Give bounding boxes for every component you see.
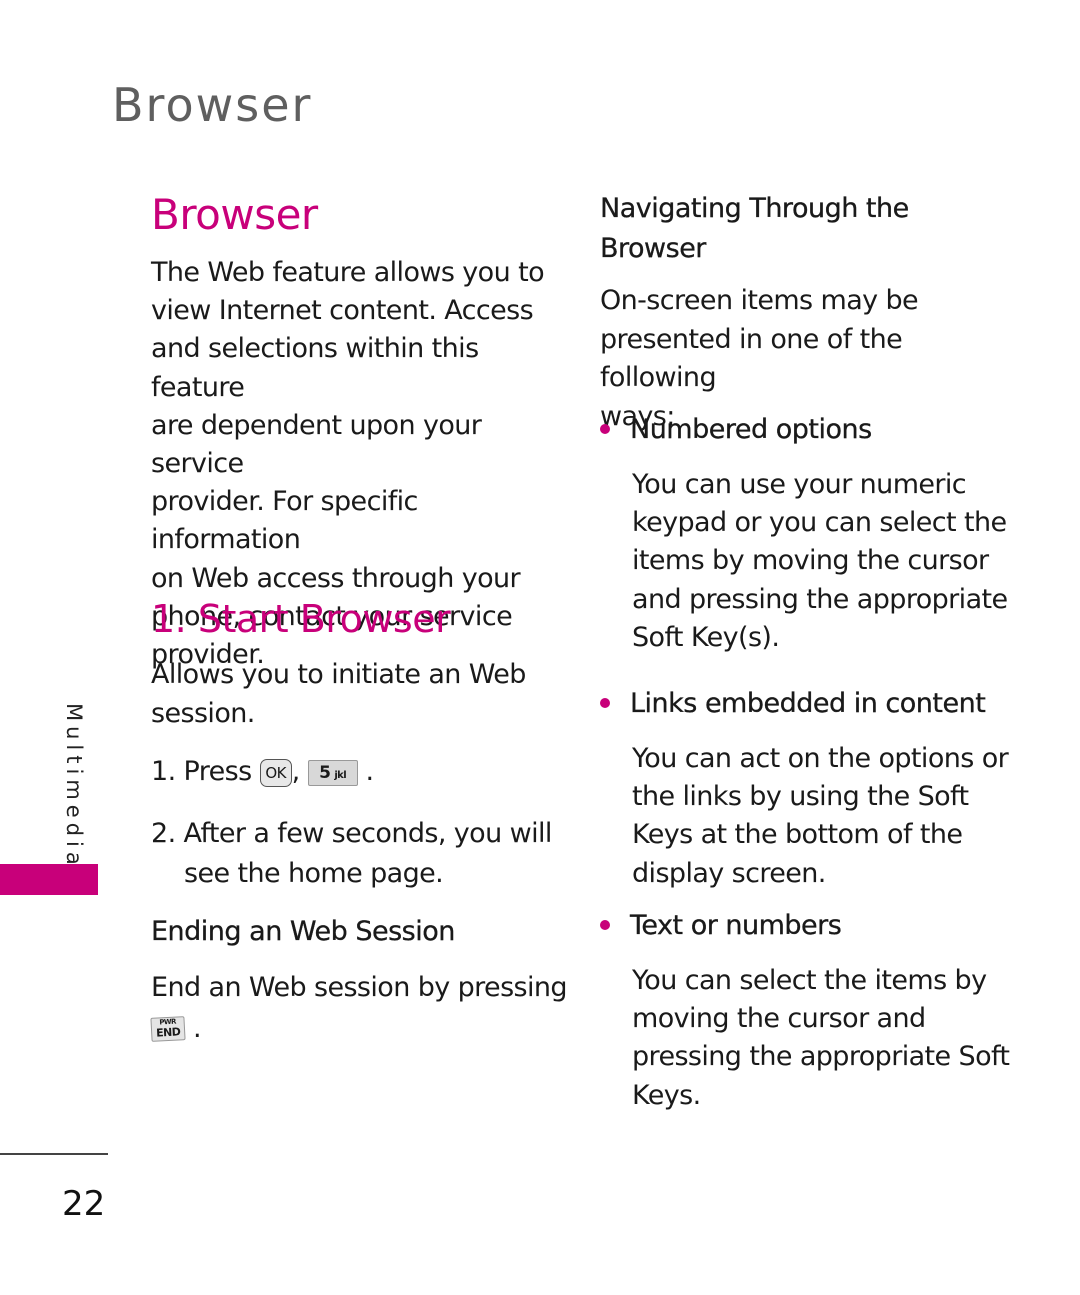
bullet-body: You can use your numeric keypad or you c… [632,466,1012,657]
chapter-tab-marker [0,864,98,895]
body-line: display screen. [632,857,826,889]
section-title: Browser [151,190,318,239]
body-line: keypad or you can select the [632,507,1007,539]
intro-line: The Web feature allows you to [151,257,545,288]
intro-line: view Internet content. Access [151,295,534,327]
intro-line: presented in one of the following [600,323,903,394]
bullet-title: Numbered options [630,414,872,445]
intro-line: on Web access through your [151,562,521,594]
body-line: and pressing the appropriate [632,583,1008,615]
description-line: session. [151,697,255,729]
body-line: items by moving the cursor [632,545,989,577]
footer-divider [0,1153,108,1155]
bullet-title: Text or numbers [630,910,842,941]
body-line: Keys at the bottom of the [632,819,963,851]
page-header-title: Browser [112,78,313,132]
body-line: pressing the appropriate Soft [632,1041,1010,1073]
heading-line: Navigating Through the [600,193,910,224]
key-label: END [155,1025,181,1040]
body-line: You can select the items by [632,965,987,996]
step-1: 1. Press OK, 5 jkl . [151,752,374,792]
intro-line: and selections within this feature [151,333,479,403]
description-line: Allows you to initiate an Web [151,659,526,690]
intro-line: On-screen items may be [600,285,919,316]
intro-line: provider. For specific information [151,486,418,556]
body-line: the links by using the Soft [632,781,969,813]
key-label: OK [265,763,286,782]
power-end-key-icon: PWR END [150,1016,186,1042]
bullet-body: You can act on the options or the links … [632,740,1012,893]
bullet-dot-icon [600,423,610,434]
intro-line: are dependent upon your service [151,409,482,480]
bullet-numbered-options: Numbered options [600,414,872,445]
heading-line: Browser [600,233,707,264]
ending-session-text: End an Web session by pressing PWR END . [150,969,568,1048]
ok-key-icon: OK [259,758,292,787]
bullet-links-embedded: Links embedded in content [600,688,986,719]
body-line: Keys. [632,1079,701,1111]
step-text: 2. After a few seconds, you will [151,818,552,849]
ending-session-heading: Ending an Web Session [151,916,456,947]
navigating-intro: On-screen items may be presented in one … [600,282,1020,436]
bullet-dot-icon [600,919,610,930]
body-line: Soft Key(s). [632,621,780,653]
separator: , [291,756,301,787]
body-line: moving the cursor and [632,1003,926,1035]
chapter-tab-label: Multimedia [62,703,86,870]
ending-end: . [192,1012,202,1044]
five-key-icon: 5 jkl [307,759,358,786]
subsection-title: 1. Start Browser [151,597,451,641]
bullet-text-or-numbers: Text or numbers [600,910,842,941]
step-text: see the home page. [184,858,444,889]
step-end: . [365,756,375,787]
key-sublabel: jkl [334,769,347,781]
page-number: 22 [62,1184,106,1224]
step-2: 2. After a few seconds, you will see the… [151,814,552,894]
navigating-heading: Navigating Through the Browser [600,189,910,269]
bullet-title: Links embedded in content [630,688,986,719]
key-label: 5 [319,762,331,783]
bullet-dot-icon [600,697,610,708]
subsection-description: Allows you to initiate an Web session. [151,656,526,733]
body-line: You can act on the options or [632,743,1009,774]
ending-line: End an Web session by pressing [151,972,568,1003]
body-line: You can use your numeric [632,469,967,500]
bullet-body: You can select the items by moving the c… [632,962,1012,1115]
step-text: 1. Press [151,756,252,787]
